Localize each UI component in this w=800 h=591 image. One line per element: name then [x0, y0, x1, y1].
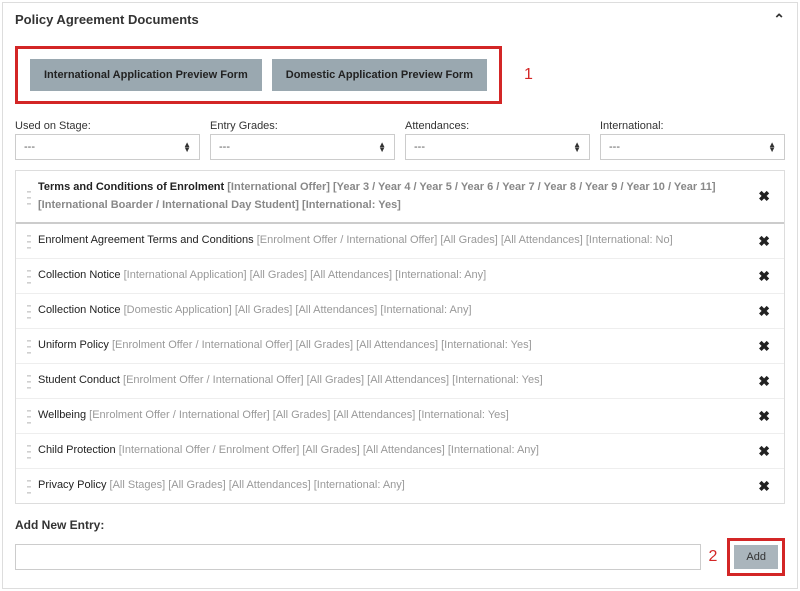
entry-row[interactable]: ······ Uniform Policy [Enrolment Offer / …	[16, 329, 784, 364]
filter-grades-label: Entry Grades:	[210, 120, 395, 132]
filter-attendances-select[interactable]: --- ▲▼	[405, 134, 590, 160]
panel-body: International Application Preview Form D…	[3, 36, 797, 588]
entry-text: Privacy Policy [All Stages] [All Grades]…	[38, 477, 746, 495]
drag-handle-icon[interactable]: ······	[26, 302, 30, 320]
entry-meta: [Enrolment Offer / International Offer] …	[254, 234, 673, 246]
entry-meta: [International Offer / Enrolment Offer] …	[116, 444, 539, 456]
entry-row[interactable]: ······ Terms and Conditions of Enrolment …	[16, 171, 784, 224]
drag-handle-icon[interactable]: ······	[26, 442, 30, 460]
entry-meta: [Enrolment Offer / International Offer] …	[86, 409, 509, 421]
entry-row[interactable]: ······ Collection Notice [Domestic Applic…	[16, 294, 784, 329]
entry-title: Student Conduct	[38, 374, 120, 386]
entry-meta: [Enrolment Offer / International Offer] …	[120, 374, 543, 386]
entry-meta: [Domestic Application] [All Grades] [All…	[121, 304, 472, 316]
filter-grades-select[interactable]: --- ▲▼	[210, 134, 395, 160]
entry-row[interactable]: ······ Privacy Policy [All Stages] [All G…	[16, 469, 784, 503]
close-icon[interactable]: ✖	[754, 443, 774, 460]
panel-title: Policy Agreement Documents	[15, 12, 199, 27]
entry-text: Collection Notice [International Applica…	[38, 267, 746, 285]
annotation-box-1: International Application Preview Form D…	[15, 46, 502, 104]
drag-handle-icon[interactable]: ······	[26, 232, 30, 250]
add-entry-label: Add New Entry:	[15, 518, 785, 532]
panel-header[interactable]: Policy Agreement Documents ⌃	[3, 3, 797, 36]
filter-grades: Entry Grades: --- ▲▼	[210, 120, 395, 160]
entry-text: Wellbeing [Enrolment Offer / Internation…	[38, 407, 746, 425]
preview-row: International Application Preview Form D…	[15, 46, 785, 104]
filter-stage: Used on Stage: --- ▲▼	[15, 120, 200, 160]
add-section: Add New Entry: 2 Add	[15, 518, 785, 576]
close-icon[interactable]: ✖	[754, 338, 774, 355]
filter-grades-value: ---	[219, 141, 230, 153]
entry-row[interactable]: ······ Child Protection [International Of…	[16, 434, 784, 469]
filter-international-label: International:	[600, 120, 785, 132]
add-entry-input[interactable]	[15, 544, 701, 570]
close-icon[interactable]: ✖	[754, 408, 774, 425]
filter-international: International: --- ▲▼	[600, 120, 785, 160]
drag-handle-icon[interactable]: ······	[26, 372, 30, 390]
entry-text: Collection Notice [Domestic Application]…	[38, 302, 746, 320]
entry-row[interactable]: ······ Enrolment Agreement Terms and Cond…	[16, 224, 784, 259]
entry-title: Child Protection	[38, 444, 116, 456]
drag-handle-icon[interactable]: ······	[26, 267, 30, 285]
entry-row[interactable]: ······ Student Conduct [Enrolment Offer /…	[16, 364, 784, 399]
add-row: 2 Add	[15, 538, 785, 576]
close-icon[interactable]: ✖	[754, 188, 774, 205]
entry-title: Uniform Policy	[38, 339, 109, 351]
filter-attendances-value: ---	[414, 141, 425, 153]
entry-title: Privacy Policy	[38, 479, 106, 491]
sort-icon: ▲▼	[573, 142, 581, 152]
drag-handle-icon[interactable]: ······	[26, 407, 30, 425]
entry-title: Wellbeing	[38, 409, 86, 421]
filter-international-value: ---	[609, 141, 620, 153]
entry-row[interactable]: ······ Wellbeing [Enrolment Offer / Inter…	[16, 399, 784, 434]
entry-title: Terms and Conditions of Enrolment	[38, 181, 224, 193]
drag-handle-icon[interactable]: ······	[26, 477, 30, 495]
add-button[interactable]: Add	[734, 545, 778, 569]
annotation-label-1: 1	[524, 66, 533, 84]
entry-text: Terms and Conditions of Enrolment [Inter…	[38, 179, 746, 214]
entry-text: Enrolment Agreement Terms and Conditions…	[38, 232, 746, 250]
filter-international-select[interactable]: --- ▲▼	[600, 134, 785, 160]
chevron-up-icon: ⌃	[773, 11, 785, 28]
entry-meta: [Enrolment Offer / International Offer] …	[109, 339, 532, 351]
sort-icon: ▲▼	[768, 142, 776, 152]
entry-meta: [All Stages] [All Grades] [All Attendanc…	[106, 479, 404, 491]
annotation-box-2: Add	[727, 538, 785, 576]
filters-row: Used on Stage: --- ▲▼ Entry Grades: --- …	[15, 120, 785, 160]
sort-icon: ▲▼	[378, 142, 386, 152]
entry-meta: [International Application] [All Grades]…	[121, 269, 487, 281]
entry-text: Uniform Policy [Enrolment Offer / Intern…	[38, 337, 746, 355]
entry-title: Collection Notice	[38, 304, 121, 316]
domestic-preview-button[interactable]: Domestic Application Preview Form	[272, 59, 487, 91]
drag-handle-icon[interactable]: ······	[26, 337, 30, 355]
close-icon[interactable]: ✖	[754, 268, 774, 285]
entries-list: ······ Terms and Conditions of Enrolment …	[15, 170, 785, 504]
entry-row[interactable]: ······ Collection Notice [International A…	[16, 259, 784, 294]
entry-title: Enrolment Agreement Terms and Conditions	[38, 234, 254, 246]
international-preview-button[interactable]: International Application Preview Form	[30, 59, 262, 91]
close-icon[interactable]: ✖	[754, 478, 774, 495]
filter-stage-select[interactable]: --- ▲▼	[15, 134, 200, 160]
entry-text: Child Protection [International Offer / …	[38, 442, 746, 460]
filter-attendances-label: Attendances:	[405, 120, 590, 132]
drag-handle-icon[interactable]: ······	[26, 188, 30, 206]
close-icon[interactable]: ✖	[754, 373, 774, 390]
filter-stage-value: ---	[24, 141, 35, 153]
filter-attendances: Attendances: --- ▲▼	[405, 120, 590, 160]
close-icon[interactable]: ✖	[754, 233, 774, 250]
close-icon[interactable]: ✖	[754, 303, 774, 320]
sort-icon: ▲▼	[183, 142, 191, 152]
entry-text: Student Conduct [Enrolment Offer / Inter…	[38, 372, 746, 390]
entry-title: Collection Notice	[38, 269, 121, 281]
policy-agreement-panel: Policy Agreement Documents ⌃ Internation…	[2, 2, 798, 589]
annotation-label-2: 2	[709, 548, 718, 566]
filter-stage-label: Used on Stage:	[15, 120, 200, 132]
